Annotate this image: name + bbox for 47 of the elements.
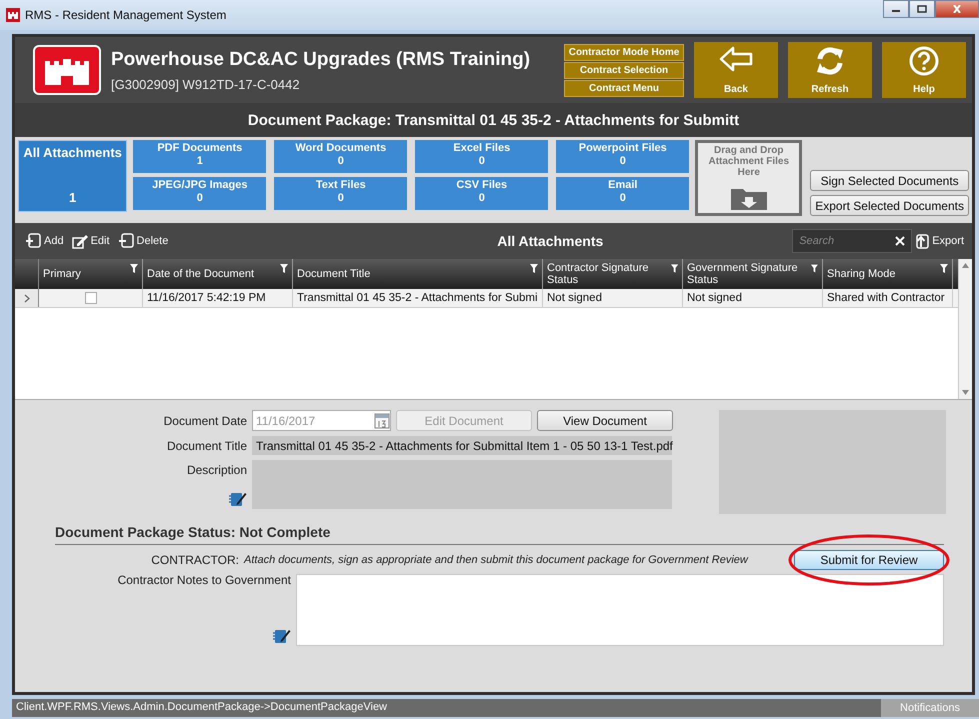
table-cell: Not signed <box>543 289 683 307</box>
package-status-heading: Document Package Status: Not Complete <box>55 524 944 545</box>
field-label: Contractor Notes to Government <box>118 573 291 587</box>
drop-zone[interactable]: Drag and Drop Attachment Files Here <box>695 140 802 216</box>
category-tile[interactable]: Text Files 0 <box>274 177 408 210</box>
table-row[interactable]: 11/16/2017 5:42:19 PM Transmittal 01 45 35-2 - Attachments for Submi Not signed Not signed Shared with Contractor <box>15 289 958 308</box>
field-label: Document Title <box>166 438 247 452</box>
category-tile[interactable]: CSV Files 0 <box>415 177 548 210</box>
view-path: Client.WPF.RMS.Views.Admin.DocumentPackage->DocumentPackageView <box>15 700 388 715</box>
date-field[interactable]: 11/16/2017 <box>252 410 391 431</box>
table-cell: Shared with Contractor <box>823 289 953 307</box>
contract-number: [G3002909] W912TD-17-C-0442 <box>111 76 301 92</box>
category-tile[interactable]: Email 0 <box>556 177 690 210</box>
help-button[interactable]: Help <box>882 42 966 98</box>
field-label: Document Date <box>162 414 247 428</box>
nav-link[interactable]: Contract Menu <box>564 80 684 96</box>
nav-link[interactable]: Contractor Mode Home <box>564 44 684 60</box>
search-field[interactable]: Search <box>792 229 912 253</box>
back-button[interactable]: Back <box>694 42 778 98</box>
nav-link[interactable]: Contract Selection <box>564 62 684 78</box>
category-tile[interactable]: JPEG/JPG Images 0 <box>133 177 266 210</box>
view-document-button[interactable]: View Document <box>537 410 673 431</box>
document-action-button[interactable]: Export Selected Documents <box>810 195 969 216</box>
window-title: RMS - Resident Management System <box>25 8 226 22</box>
delete-button[interactable]: Delete <box>118 233 168 249</box>
document-action-button[interactable]: Sign Selected Documents <box>810 170 969 191</box>
category-tile[interactable]: All Attachments 1 <box>18 140 128 212</box>
category-tile[interactable]: PDF Documents 1 <box>133 140 266 173</box>
grid-title: All Attachments <box>496 233 604 249</box>
category-tile[interactable]: Powerpoint Files 0 <box>556 140 690 173</box>
refresh-button[interactable]: Refresh <box>788 42 872 98</box>
category-tile[interactable]: Word Documents 0 <box>274 140 408 173</box>
field-label: Description <box>186 463 247 477</box>
edit-button[interactable]: Edit <box>72 233 110 249</box>
project-title: Powerhouse DC&AC Upgrades (RMS Training) <box>111 48 532 70</box>
package-title: Document Package: Transmittal 01 45 35-2 - Attachments for Submitt <box>248 112 740 128</box>
export-button[interactable]: Export <box>913 233 964 249</box>
add-button[interactable]: Add <box>25 233 64 249</box>
category-tile[interactable]: Excel Files 0 <box>415 140 548 173</box>
table-cell: Not signed <box>683 289 823 307</box>
table-cell: 11/16/2017 5:42:19 PM <box>143 289 293 307</box>
document-title-field[interactable]: Transmittal 01 45 35-2 - Attachments for Submittal Item 1 - 05 50 13-1 Test.pdf <box>252 436 672 455</box>
submit-for-review-button[interactable]: Submit for Review <box>794 550 944 570</box>
notifications-button[interactable]: Notifications <box>881 699 979 717</box>
instruction-text: Attach documents, sign as appropriate and then submit this document package for Government Review <box>244 554 750 566</box>
table-cell: Transmittal 01 45 35-2 - Attachments for Submi <box>293 289 543 307</box>
field-label: CONTRACTOR: <box>150 553 239 567</box>
